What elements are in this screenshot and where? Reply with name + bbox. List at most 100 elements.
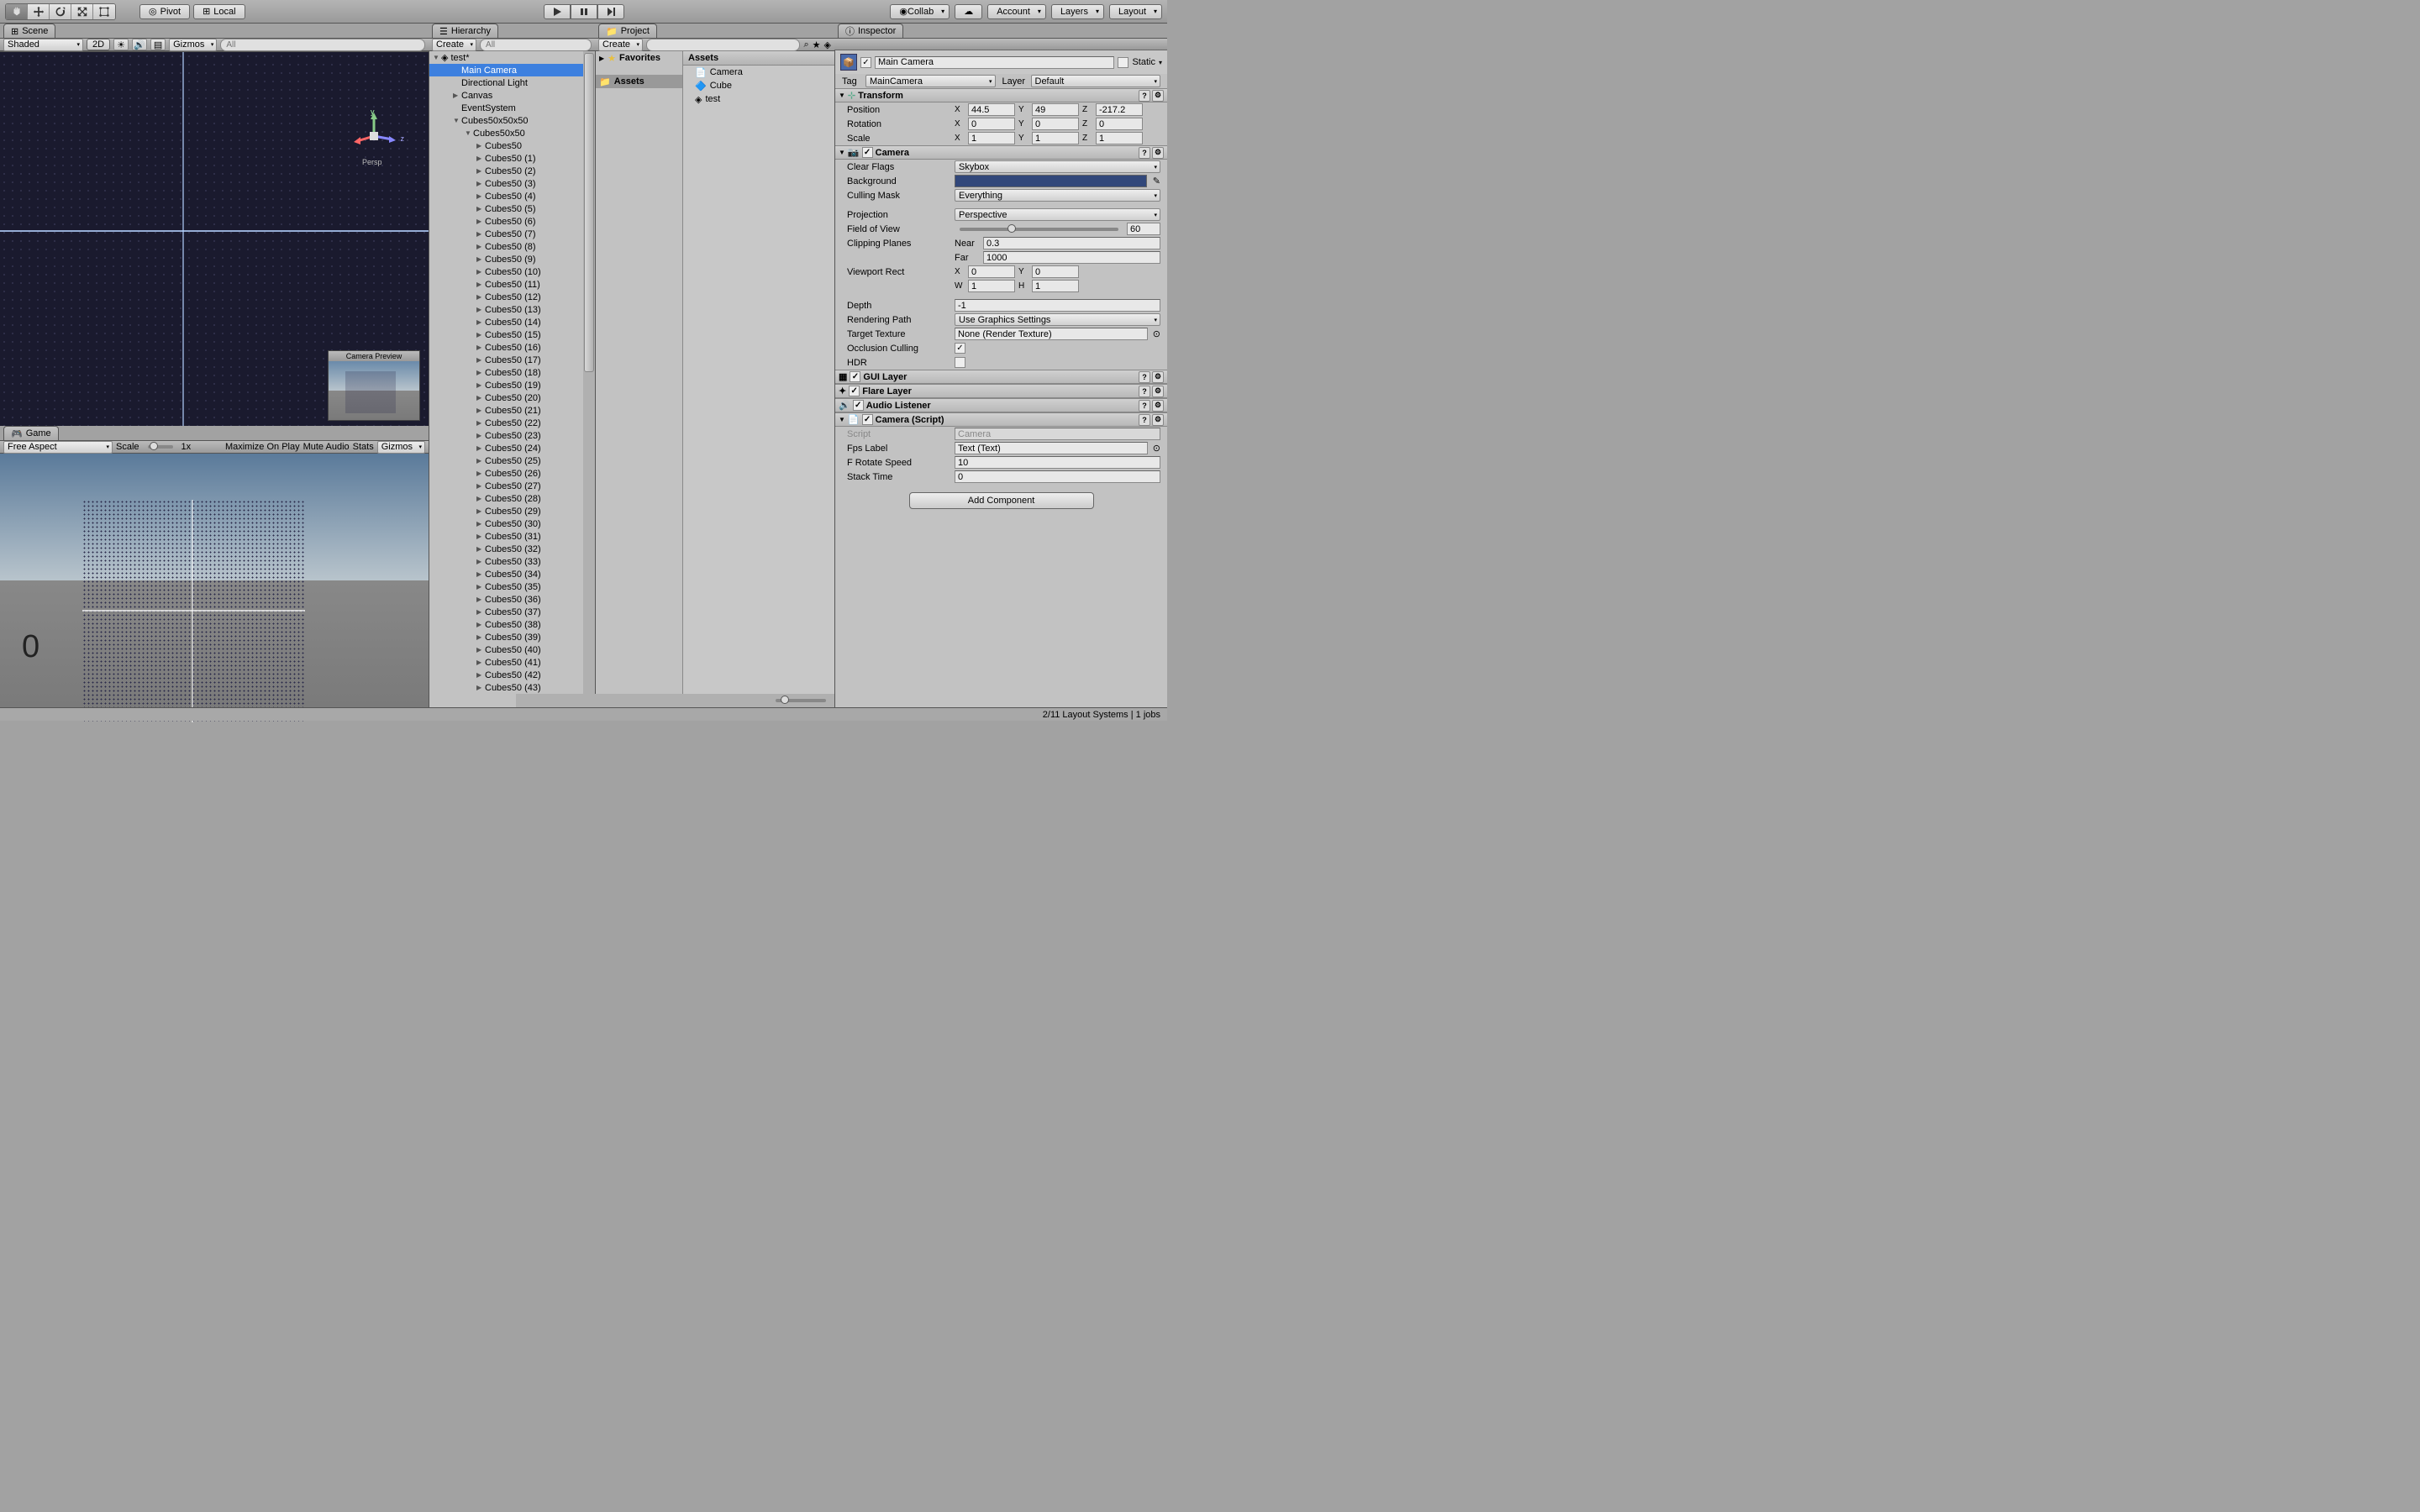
- culling-mask-select[interactable]: Everything: [955, 189, 1160, 202]
- active-checkbox[interactable]: ✓: [860, 57, 871, 68]
- hierarchy-item[interactable]: ▶Cubes50 (31): [429, 530, 595, 543]
- hierarchy-item[interactable]: ▶Cubes50 (6): [429, 215, 595, 228]
- static-checkbox[interactable]: [1118, 57, 1128, 68]
- fov-field[interactable]: [1127, 223, 1160, 235]
- gear-icon[interactable]: ⚙: [1152, 414, 1164, 426]
- rect-tool[interactable]: [93, 4, 115, 19]
- hierarchy-item[interactable]: Main Camera: [429, 64, 595, 76]
- background-color[interactable]: [955, 175, 1147, 187]
- hierarchy-item[interactable]: ▶Cubes50 (39): [429, 631, 595, 643]
- assets-folder[interactable]: 📁Assets: [596, 75, 682, 88]
- hierarchy-item[interactable]: ▼Cubes50x50: [429, 127, 595, 139]
- help-icon[interactable]: ?: [1139, 414, 1150, 426]
- hierarchy-item[interactable]: ▶Cubes50 (12): [429, 291, 595, 303]
- rendering-path-select[interactable]: Use Graphics Settings: [955, 313, 1160, 326]
- audio-toggle[interactable]: 🔊: [132, 39, 147, 50]
- help-icon[interactable]: ?: [1139, 386, 1150, 397]
- lighting-toggle[interactable]: ☀: [113, 39, 129, 50]
- hierarchy-item[interactable]: ▶Cubes50 (9): [429, 253, 595, 265]
- scale-y[interactable]: [1032, 132, 1079, 144]
- hand-tool[interactable]: [6, 4, 28, 19]
- hierarchy-item[interactable]: ▶Cubes50 (33): [429, 555, 595, 568]
- project-item[interactable]: 🔷Cube: [683, 79, 834, 92]
- scene-search[interactable]: [220, 39, 425, 51]
- hierarchy-item[interactable]: ▶Cubes50 (13): [429, 303, 595, 316]
- 2d-toggle[interactable]: 2D: [87, 39, 110, 50]
- hierarchy-item[interactable]: ▼Cubes50x50x50: [429, 114, 595, 127]
- position-y[interactable]: [1032, 103, 1079, 116]
- transform-component[interactable]: ▼⊹ Transform ?⚙: [835, 88, 1167, 102]
- help-icon[interactable]: ?: [1139, 147, 1150, 159]
- favorites-folder[interactable]: ▶★Favorites: [596, 51, 682, 65]
- layout-dropdown[interactable]: Layout: [1109, 4, 1162, 19]
- help-icon[interactable]: ?: [1139, 400, 1150, 412]
- maximize-on-play[interactable]: Maximize On Play: [225, 442, 300, 452]
- hierarchy-item[interactable]: ▶Cubes50 (20): [429, 391, 595, 404]
- hierarchy-item[interactable]: ▶Cubes50 (3): [429, 177, 595, 190]
- hierarchy-item[interactable]: ▶Cubes50 (22): [429, 417, 595, 429]
- hierarchy-item[interactable]: ▶Cubes50 (2): [429, 165, 595, 177]
- hierarchy-item[interactable]: Directional Light: [429, 76, 595, 89]
- hierarchy-item[interactable]: ▶Cubes50 (34): [429, 568, 595, 580]
- hierarchy-scrollbar[interactable]: [583, 51, 595, 707]
- gizmos-dropdown[interactable]: Gizmos: [169, 39, 217, 51]
- project-search[interactable]: [646, 39, 800, 51]
- far-field[interactable]: [983, 251, 1160, 264]
- icon-size-slider[interactable]: [776, 699, 826, 702]
- hierarchy-tab[interactable]: ☰Hierarchy: [432, 24, 498, 38]
- hierarchy-item[interactable]: ▶Canvas: [429, 89, 595, 102]
- scene-viewport[interactable]: y z Persp Camera Preview: [0, 51, 429, 426]
- scale-tool[interactable]: [71, 4, 93, 19]
- hierarchy-item[interactable]: ▶Cubes50 (38): [429, 618, 595, 631]
- breadcrumb[interactable]: Assets: [683, 51, 834, 66]
- camera-component[interactable]: ▼📷 ✓ Camera ?⚙: [835, 145, 1167, 160]
- scene-tab[interactable]: ⊞Scene: [3, 24, 55, 38]
- position-x[interactable]: [968, 103, 1015, 116]
- stack-time-field[interactable]: [955, 470, 1160, 483]
- occlusion-checkbox[interactable]: ✓: [955, 343, 965, 354]
- layers-dropdown[interactable]: Layers: [1051, 4, 1104, 19]
- help-icon[interactable]: ?: [1139, 371, 1150, 383]
- cloud-button[interactable]: ☁: [955, 4, 982, 19]
- type-filter-icon[interactable]: ◈: [824, 39, 831, 50]
- project-item[interactable]: ◈test: [683, 92, 834, 106]
- mute-audio[interactable]: Mute Audio: [303, 442, 350, 452]
- stats-toggle[interactable]: Stats: [353, 442, 374, 452]
- hierarchy-item[interactable]: ▶Cubes50 (23): [429, 429, 595, 442]
- hierarchy-item[interactable]: ▶Cubes50 (16): [429, 341, 595, 354]
- gear-icon[interactable]: ⚙: [1152, 371, 1164, 383]
- collab-dropdown[interactable]: ◉Collab: [890, 4, 950, 19]
- hierarchy-item[interactable]: ▶Cubes50 (27): [429, 480, 595, 492]
- move-tool[interactable]: [28, 4, 50, 19]
- fov-slider[interactable]: [960, 228, 1118, 231]
- star-filter-icon[interactable]: ★: [813, 39, 821, 50]
- account-dropdown[interactable]: Account: [987, 4, 1046, 19]
- gear-icon[interactable]: ⚙: [1152, 147, 1164, 159]
- clear-flags-select[interactable]: Skybox: [955, 160, 1160, 173]
- fps-label-field[interactable]: [955, 442, 1148, 454]
- project-tab[interactable]: 📁Project: [598, 24, 657, 38]
- projection-select[interactable]: Perspective: [955, 208, 1160, 221]
- position-z[interactable]: [1096, 103, 1143, 116]
- hierarchy-item[interactable]: ▶Cubes50 (5): [429, 202, 595, 215]
- play-button[interactable]: [544, 4, 571, 19]
- add-component-button[interactable]: Add Component: [909, 492, 1094, 509]
- hierarchy-item[interactable]: ▶Cubes50 (11): [429, 278, 595, 291]
- flare-layer-component[interactable]: ✦✓Flare Layer?⚙: [835, 384, 1167, 398]
- hierarchy-item[interactable]: ▶Cubes50 (19): [429, 379, 595, 391]
- hierarchy-create[interactable]: Create: [432, 39, 476, 51]
- rotation-y[interactable]: [1032, 118, 1079, 130]
- viewport-x[interactable]: [968, 265, 1015, 278]
- step-button[interactable]: [597, 4, 624, 19]
- filter-icon[interactable]: ⌕: [803, 39, 808, 50]
- viewport-w[interactable]: [968, 280, 1015, 292]
- object-picker-icon[interactable]: ⊙: [1153, 328, 1160, 339]
- hierarchy-item[interactable]: ▶Cubes50 (15): [429, 328, 595, 341]
- pause-button[interactable]: [571, 4, 597, 19]
- hierarchy-item[interactable]: ▶Cubes50 (36): [429, 593, 595, 606]
- scale-z[interactable]: [1096, 132, 1143, 144]
- gui-layer-enabled[interactable]: ✓: [850, 371, 860, 382]
- hierarchy-item[interactable]: ▶Cubes50 (32): [429, 543, 595, 555]
- hierarchy-item[interactable]: ▶Cubes50 (28): [429, 492, 595, 505]
- scene-root[interactable]: ▼◈test*: [429, 51, 595, 64]
